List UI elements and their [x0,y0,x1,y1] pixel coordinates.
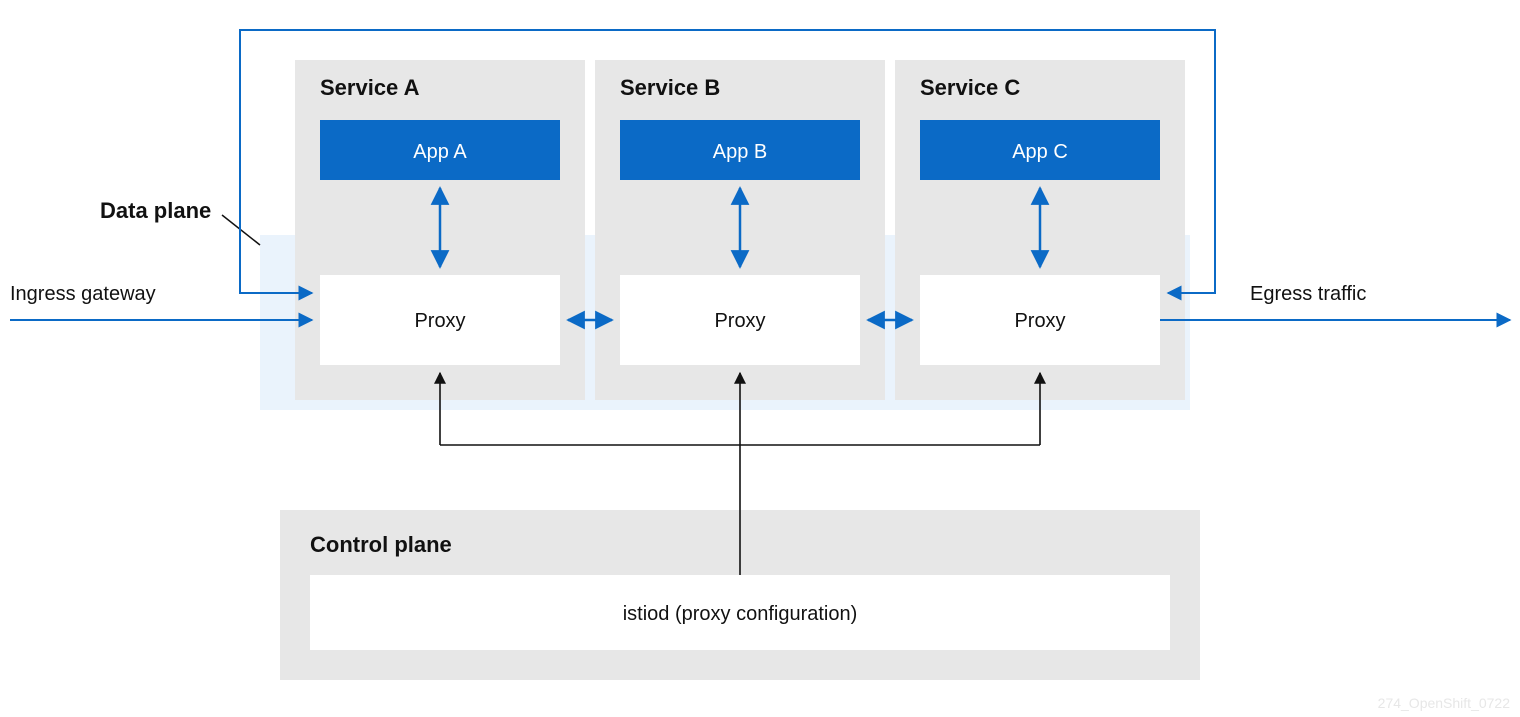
service-c-title: Service C [920,75,1020,100]
control-plane-title: Control plane [310,532,452,557]
service-b-proxy-label: Proxy [714,310,765,332]
service-a-app-label: App A [413,141,467,163]
diagram-canvas: Service A App A Proxy Service B App B Pr… [0,0,1520,717]
service-b-app-label: App B [713,141,767,163]
service-c-proxy-label: Proxy [1014,310,1065,332]
data-plane-label: Data plane [100,198,211,223]
service-a-title: Service A [320,75,420,100]
egress-label: Egress traffic [1250,283,1366,305]
service-a-proxy-label: Proxy [414,310,465,332]
ingress-label: Ingress gateway [10,283,156,305]
service-b-title: Service B [620,75,720,100]
service-c-app-label: App C [1012,141,1068,163]
watermark: 274_OpenShift_0722 [1378,695,1511,711]
istiod-label: istiod (proxy configuration) [623,603,858,625]
